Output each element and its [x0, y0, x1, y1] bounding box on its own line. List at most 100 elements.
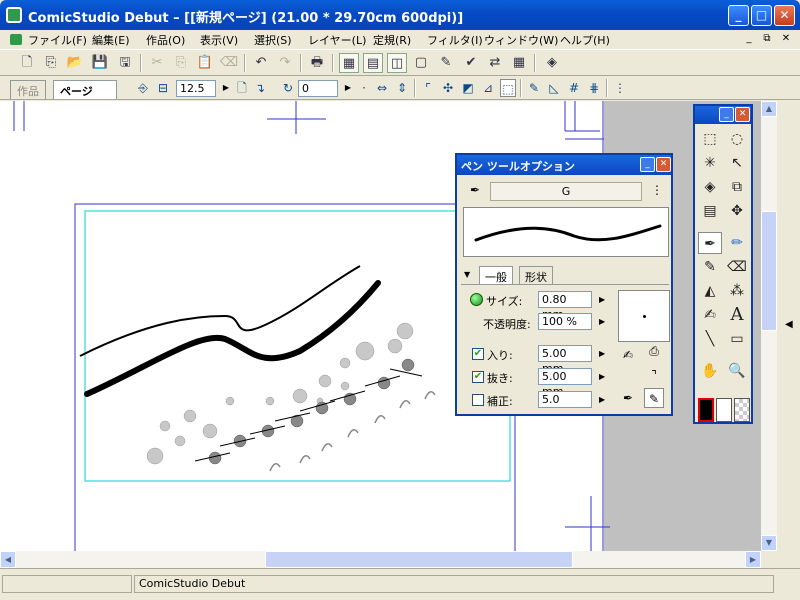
rotate-field[interactable]: 0: [298, 80, 338, 97]
rotate-arrow-icon[interactable]: ▶: [340, 79, 356, 97]
rotate-reset-icon[interactable]: ↴: [252, 79, 268, 97]
magic-wand-icon[interactable]: ✳: [698, 152, 722, 174]
exit-settings-icon[interactable]: ⌝: [644, 365, 664, 385]
correction-checkbox[interactable]: [472, 394, 484, 406]
vertical-scrollbar[interactable]: ▲ ▼: [761, 101, 777, 551]
dot-icon[interactable]: ·: [356, 79, 372, 97]
background-color-swatch[interactable]: [716, 398, 732, 422]
panel-close-button[interactable]: ✕: [656, 157, 671, 172]
view-navigator-icon[interactable]: ▢: [411, 53, 431, 73]
correction-arrow-icon[interactable]: ▶: [599, 395, 605, 404]
correction-stroke-icon[interactable]: ✒: [618, 388, 638, 408]
collapse-icon[interactable]: ▼: [464, 270, 470, 279]
menu-file[interactable]: ファイル(F): [28, 32, 87, 48]
tools-close-button[interactable]: ✕: [735, 107, 750, 122]
fill-icon[interactable]: ◭: [698, 280, 722, 302]
eraser-icon[interactable]: ⌫: [725, 256, 749, 278]
exit-input[interactable]: 5.00 mm: [538, 368, 592, 398]
zoom-out-icon[interactable]: ⊟: [155, 79, 171, 97]
tab-page[interactable]: ページ ✕: [53, 80, 117, 112]
close-button[interactable]: ✕: [774, 5, 795, 26]
move-icon[interactable]: ✥: [725, 200, 749, 222]
object-select-icon[interactable]: ↖: [725, 152, 749, 174]
panel-minimize-button[interactable]: _: [640, 157, 655, 172]
scroll-right-icon[interactable]: ▶: [745, 551, 761, 568]
expand-icon[interactable]: ✣: [440, 79, 456, 97]
rect-select-icon[interactable]: ⬚: [698, 128, 722, 150]
tab-shape[interactable]: 形状: [519, 266, 553, 284]
menu-select[interactable]: 選択(S): [254, 32, 292, 48]
new-story-icon[interactable]: ⎘: [41, 53, 61, 73]
entry-input[interactable]: 5.00 mm: [538, 345, 592, 375]
size-arrow-icon[interactable]: ▶: [599, 295, 605, 304]
open-icon[interactable]: 📂: [65, 53, 85, 73]
lasso-icon[interactable]: ◌: [725, 128, 749, 150]
pen-icon[interactable]: ✒: [698, 232, 722, 254]
document-icon[interactable]: [10, 34, 22, 45]
menu-window[interactable]: ウィンドウ(W): [484, 32, 558, 48]
entry-arrow-icon[interactable]: ▶: [599, 349, 605, 358]
text-icon[interactable]: A: [725, 304, 749, 326]
horizontal-scroll-thumb[interactable]: [265, 551, 573, 568]
brush-icon[interactable]: ✍: [698, 304, 722, 326]
view-story-icon[interactable]: ▦: [339, 53, 359, 73]
menu-layer[interactable]: レイヤー(L): [308, 32, 366, 48]
mdi-minimize-button[interactable]: _: [742, 32, 756, 46]
zoom-field[interactable]: 12.5: [176, 80, 216, 97]
menu-filter[interactable]: フィルタ(I): [427, 32, 483, 48]
scroll-up-icon[interactable]: ▲: [761, 101, 777, 117]
vertical-scroll-thumb[interactable]: [761, 211, 777, 331]
rotate-icon[interactable]: ↻: [280, 79, 296, 97]
material-icon[interactable]: ✎: [436, 53, 456, 73]
paste-icon[interactable]: 📋: [195, 53, 215, 73]
expand-panel-icon[interactable]: ◀: [785, 319, 793, 330]
mdi-close-button[interactable]: ✕: [779, 32, 793, 46]
frame-ruler-icon[interactable]: ⌜: [420, 79, 436, 97]
clear-icon[interactable]: ⌫: [219, 53, 239, 73]
transparent-color-swatch[interactable]: [734, 398, 750, 422]
transfer-icon[interactable]: ⇄: [485, 53, 505, 73]
grid-snap-icon[interactable]: ⋕: [586, 79, 602, 97]
color-grid-icon[interactable]: ▦: [509, 53, 529, 73]
pressure-indicator-icon[interactable]: [470, 293, 483, 306]
foreground-color-swatch[interactable]: [698, 398, 714, 422]
selection-snap-icon[interactable]: ⬚: [500, 79, 516, 97]
save-icon[interactable]: 💾: [90, 53, 110, 73]
perspective-icon[interactable]: ◩: [460, 79, 476, 97]
maximize-button[interactable]: □: [751, 5, 772, 26]
cut-icon[interactable]: ✂: [147, 53, 167, 73]
line-icon[interactable]: ╲: [698, 328, 722, 350]
fit-page-icon[interactable]: ⎆: [135, 79, 151, 97]
zoom-arrow-icon[interactable]: ▶: [218, 79, 234, 97]
scroll-down-icon[interactable]: ▼: [761, 535, 777, 551]
view-layer-icon[interactable]: ◫: [387, 53, 407, 73]
rectangle-icon[interactable]: ▭: [725, 328, 749, 350]
pencil-icon[interactable]: ✎: [698, 256, 722, 278]
layer-select-icon[interactable]: ◈: [698, 176, 722, 198]
redo-icon[interactable]: ↷: [275, 53, 295, 73]
page-icon[interactable]: 🗋: [234, 79, 250, 97]
exit-checkbox[interactable]: ✔: [472, 371, 484, 383]
size-input[interactable]: 0.80 mm: [538, 291, 592, 321]
opacity-input[interactable]: 100 %: [538, 313, 592, 330]
zoom-icon[interactable]: 🔍: [725, 360, 749, 382]
menu-help[interactable]: ヘルプ(H): [560, 32, 610, 48]
scroll-left-icon[interactable]: ◀: [0, 551, 16, 568]
undo-icon[interactable]: ↶: [251, 53, 271, 73]
view-page-icon[interactable]: ▤: [363, 53, 383, 73]
entry-stroke-icon[interactable]: ✍: [618, 345, 638, 365]
print-icon[interactable]: 🖶: [307, 53, 327, 73]
menu-view[interactable]: 表示(V): [200, 32, 238, 48]
flip-horizontal-icon[interactable]: ⇔: [374, 79, 390, 97]
marker-icon[interactable]: ✏: [725, 232, 749, 254]
horizontal-scrollbar[interactable]: ◀ ▶: [0, 551, 761, 568]
flip-vertical-icon[interactable]: ⇕: [394, 79, 410, 97]
menu-edit[interactable]: 編集(E): [92, 32, 130, 48]
panel-menu-icon[interactable]: ⋮: [612, 79, 628, 97]
tools-minimize-button[interactable]: _: [719, 107, 734, 122]
pencil-ruler-icon[interactable]: ✎: [526, 79, 542, 97]
brush-name-field[interactable]: G: [490, 182, 642, 201]
spray-icon[interactable]: ⁂: [725, 280, 749, 302]
entry-settings-icon[interactable]: ⎙: [644, 341, 664, 361]
tab-general[interactable]: 一般: [479, 266, 513, 284]
